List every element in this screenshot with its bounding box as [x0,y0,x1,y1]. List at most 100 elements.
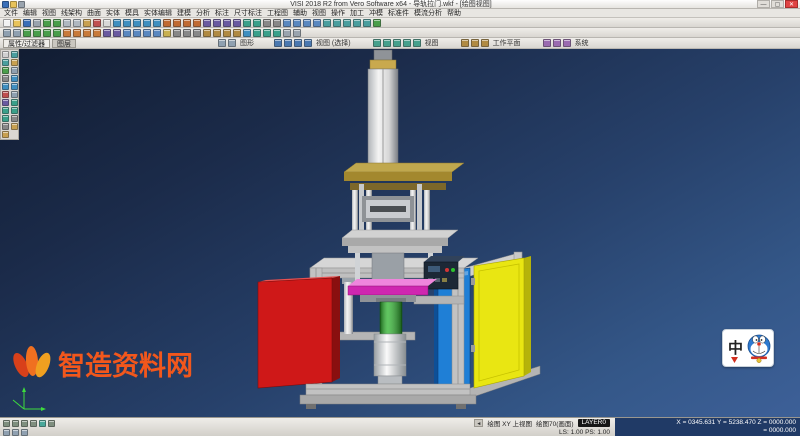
menu-item-19[interactable]: 模流分析 [414,9,442,18]
menu-item-14[interactable]: 视图 [312,9,326,18]
grid-icon[interactable] [173,29,181,37]
maximize-button[interactable]: ▢ [771,0,784,8]
view-zoom-window-icon[interactable] [383,39,391,47]
visibility-toggle-icon[interactable] [11,75,18,82]
workplane-3pt-icon[interactable] [481,39,489,47]
zoom-fit-icon[interactable] [343,19,351,27]
view-select-top-icon[interactable] [284,39,292,47]
frame-base[interactable] [300,384,476,409]
view-rotate-icon[interactable] [403,39,411,47]
stop-button[interactable] [445,268,449,272]
pattern-icon[interactable] [13,29,21,37]
snap-end-icon[interactable] [11,99,18,106]
ortho-icon[interactable] [193,29,201,37]
snap-icon[interactable] [183,29,191,37]
attributes-icon[interactable] [11,123,18,130]
previous-view-button[interactable]: ◄ [474,419,483,427]
menu-item-1[interactable]: 编辑 [23,9,37,18]
wireframe-icon[interactable] [123,29,131,37]
start-button[interactable] [451,268,455,272]
refresh-icon[interactable] [373,19,381,27]
snap-point-icon[interactable] [3,420,10,427]
extrude-icon[interactable] [183,19,191,27]
layer-indicator[interactable]: LAYER0 [578,419,610,427]
render-icon[interactable] [283,19,291,27]
rotate-icon[interactable] [33,29,41,37]
grid-toggle-icon[interactable] [11,115,18,122]
line-icon[interactable] [123,19,131,27]
view-mode-label[interactable]: 绘图 XY 上视图 [487,418,532,428]
arc-icon[interactable] [133,19,141,27]
viewport-3d[interactable]: 智造资料网 中 [0,49,800,417]
workplane-label[interactable]: 绘图70(画面) [536,418,574,428]
filters-icon[interactable] [2,131,9,138]
shell-icon[interactable] [223,19,231,27]
scale-icon[interactable] [43,29,51,37]
stretch-icon[interactable] [53,29,61,37]
circle-icon[interactable] [143,19,151,27]
mass-icon[interactable] [263,29,271,37]
analyze-icon[interactable] [253,29,261,37]
ucs-icon[interactable] [213,29,221,37]
save-icon[interactable] [23,19,31,27]
workplane-icon[interactable] [203,29,211,37]
press-column[interactable] [362,50,404,180]
line-type-icon[interactable] [11,91,18,98]
menu-item-4[interactable]: 曲面 [87,9,101,18]
menu-item-2[interactable]: 视图 [42,9,56,18]
offset-icon[interactable] [83,29,91,37]
zoom-in-icon[interactable] [323,19,331,27]
measure-icon[interactable] [243,19,251,27]
menu-item-7[interactable]: 实体编辑 [144,9,172,18]
paste-icon[interactable] [83,19,91,27]
menu-item-11[interactable]: 尺寸标注 [234,9,262,18]
point-icon[interactable] [113,19,121,27]
view-iso-icon[interactable] [313,19,321,27]
tab-layers[interactable]: 图层 [52,39,76,48]
view-shade-icon[interactable] [413,39,421,47]
shaded-icon[interactable] [133,29,141,37]
material-icon[interactable] [273,19,281,27]
hidden-line-icon[interactable] [143,29,151,37]
system-macro-icon[interactable] [553,39,561,47]
track-toggle-icon[interactable] [3,429,10,436]
isolate-element-icon[interactable] [11,83,18,90]
machine-assembly[interactable] [258,50,540,409]
axis-icon[interactable] [233,29,241,37]
menu-item-5[interactable]: 实体 [106,9,120,18]
zoom-out-icon[interactable] [333,19,341,27]
rotate-view-icon[interactable] [2,67,9,74]
sketch-icon[interactable] [243,29,251,37]
layer-icon[interactable] [263,19,271,27]
menu-item-20[interactable]: 帮助 [447,9,461,18]
view-select-front-icon[interactable] [274,39,282,47]
project-icon[interactable] [93,29,101,37]
fillet-icon[interactable] [203,19,211,27]
menu-item-0[interactable]: 文件 [4,9,18,18]
view-select-iso-icon[interactable] [304,39,312,47]
close-button[interactable]: ✕ [785,0,798,8]
minimize-button[interactable]: — [757,0,770,8]
snap-center-icon[interactable] [11,107,18,114]
view-top-icon[interactable] [303,19,311,27]
red-panel[interactable] [258,276,340,388]
plane-icon[interactable] [223,29,231,37]
intersect-icon[interactable] [103,29,111,37]
quick-save-icon[interactable] [18,1,25,8]
yellow-panel[interactable] [471,256,531,388]
select-arrow-icon[interactable] [2,51,9,58]
print-icon[interactable] [33,19,41,27]
zoom-dynamic-icon[interactable] [2,59,9,66]
tab-attributes-filters[interactable]: 属性/过滤器 [3,39,50,48]
new-file-icon[interactable] [3,19,11,27]
menu-item-9[interactable]: 分析 [196,9,210,18]
workplane-xy-icon[interactable] [461,39,469,47]
settings-icon[interactable] [283,29,291,37]
view-pan-icon[interactable] [393,39,401,47]
menu-item-13[interactable]: 辅助 [293,9,307,18]
menu-item-16[interactable]: 加工 [350,9,364,18]
solid-icon[interactable] [173,19,181,27]
quick-open-icon[interactable] [10,1,17,8]
revolve-icon[interactable] [193,19,201,27]
extend-icon[interactable] [73,29,81,37]
